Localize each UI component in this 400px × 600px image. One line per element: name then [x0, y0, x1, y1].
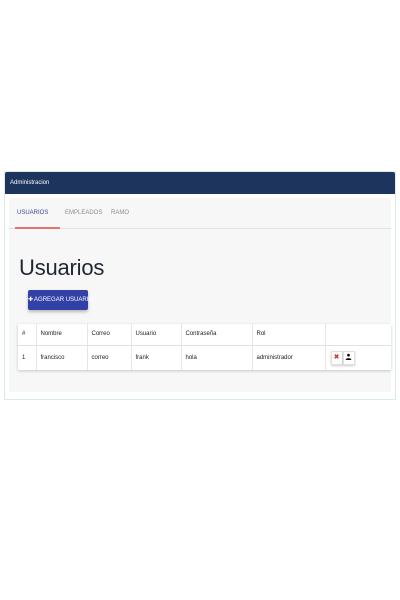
- cell-actions: ✖: [325, 345, 391, 370]
- add-user-button-label: AGREGAR USUARIO: [34, 297, 94, 303]
- users-table-card: # Nombre Correo Usuario Contraseña Rol 1: [18, 324, 391, 370]
- cell-usuario: frank: [131, 345, 182, 370]
- cell-correo: correo: [87, 345, 132, 370]
- table-row: 1 francisco correo frank hola administra…: [18, 345, 391, 370]
- delete-icon: ✖: [333, 354, 340, 362]
- panel-header: Administracion: [5, 172, 395, 194]
- cell-rol: administrador: [252, 345, 326, 370]
- admin-panel: Administracion USUARIOS EMPLEADOS RAMO U…: [4, 171, 396, 400]
- header-rol: Rol: [252, 324, 326, 345]
- active-tab-indicator: [15, 227, 60, 229]
- add-user-button[interactable]: ✚AGREGAR USUARIO: [28, 290, 93, 310]
- user-button[interactable]: [342, 350, 355, 365]
- tab-empleados[interactable]: EMPLEADOS: [65, 198, 102, 229]
- table-header-row: # Nombre Correo Usuario Contraseña Rol: [18, 324, 391, 345]
- header-correo: Correo: [87, 324, 132, 345]
- panel-header-title: Administracion: [10, 180, 50, 186]
- page-title: Usuarios: [19, 255, 105, 280]
- tab-usuarios[interactable]: USUARIOS: [17, 198, 48, 229]
- tab-ramo[interactable]: RAMO: [111, 198, 129, 229]
- header-nombre: Nombre: [36, 324, 88, 345]
- user-icon-svg: [345, 353, 352, 361]
- user-icon: [345, 353, 352, 362]
- header-contrasena: Contraseña: [181, 324, 253, 345]
- cell-id: 1: [18, 345, 37, 370]
- page: Administracion USUARIOS EMPLEADOS RAMO U…: [0, 0, 400, 600]
- header-usuario: Usuario: [131, 324, 182, 345]
- cell-contrasena: hola: [181, 345, 253, 370]
- content-area: USUARIOS EMPLEADOS RAMO Usuarios ✚AGREGA…: [9, 198, 391, 392]
- header-actions: [325, 324, 391, 345]
- row-actions: ✖: [330, 350, 388, 365]
- delete-button[interactable]: ✖: [330, 350, 343, 365]
- cell-nombre: francisco: [36, 345, 88, 370]
- tab-bar: USUARIOS EMPLEADOS RAMO: [9, 198, 391, 229]
- plus-icon: ✚: [28, 297, 34, 303]
- header-number: #: [18, 324, 37, 345]
- users-table: # Nombre Correo Usuario Contraseña Rol 1: [18, 324, 391, 370]
